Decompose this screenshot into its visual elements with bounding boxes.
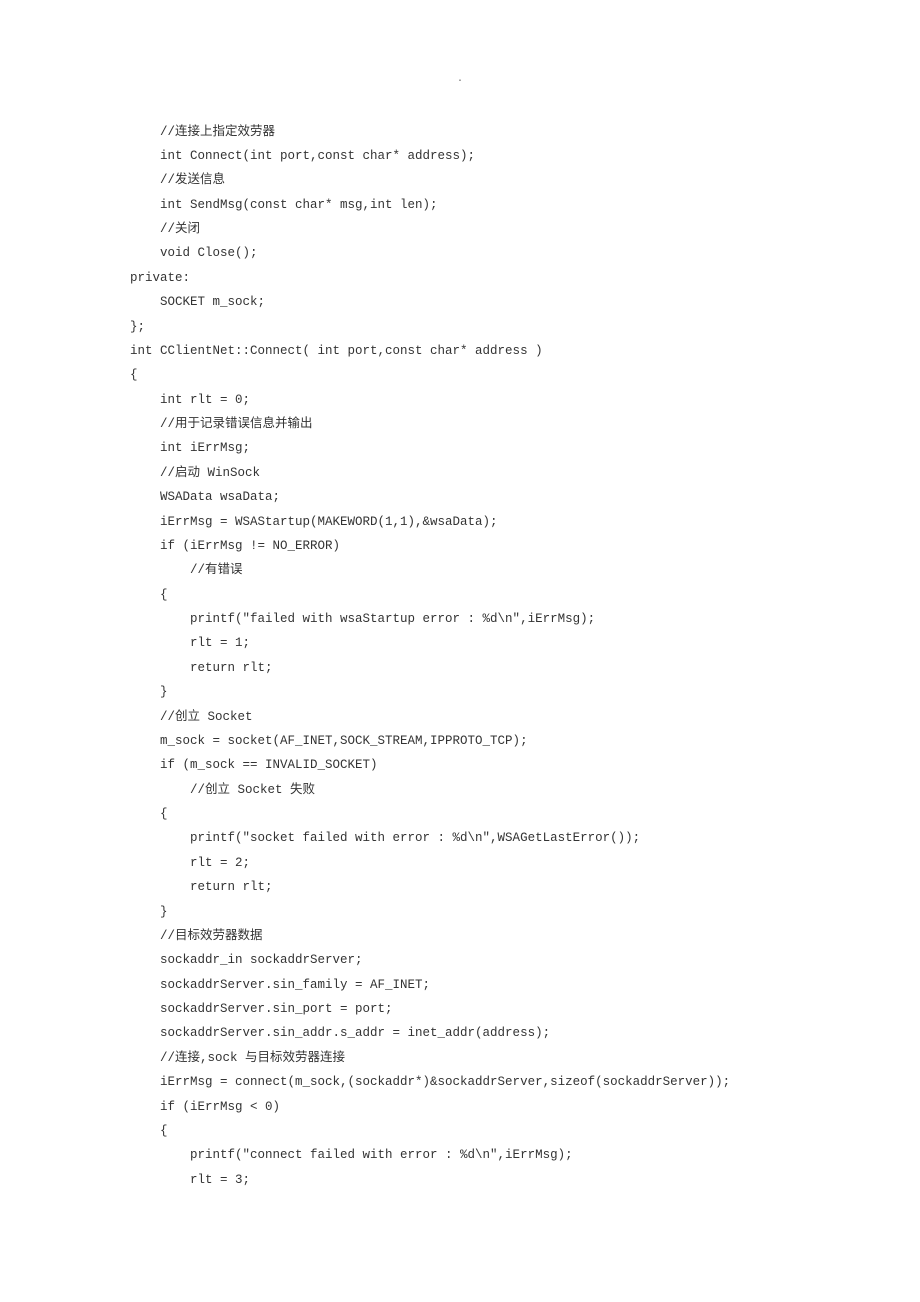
code-line: //有错误 <box>130 558 920 582</box>
code-block: //连接上指定效劳器 int Connect(int port,const ch… <box>0 120 920 1193</box>
code-line: //目标效劳器数据 <box>130 924 920 948</box>
code-line: sockaddrServer.sin_family = AF_INET; <box>130 973 920 997</box>
code-line: //启动 WinSock <box>130 461 920 485</box>
code-line: int CClientNet::Connect( int port,const … <box>130 339 920 363</box>
code-line: iErrMsg = WSAStartup(MAKEWORD(1,1),&wsaD… <box>130 510 920 534</box>
code-line: void Close(); <box>130 241 920 265</box>
code-line: printf("failed with wsaStartup error : %… <box>130 607 920 631</box>
code-line: } <box>130 680 920 704</box>
code-line: return rlt; <box>130 656 920 680</box>
code-line: private: <box>130 266 920 290</box>
code-line: //连接上指定效劳器 <box>130 120 920 144</box>
code-line: //用于记录错误信息并输出 <box>130 412 920 436</box>
code-line: int iErrMsg; <box>130 436 920 460</box>
code-line: if (iErrMsg < 0) <box>130 1095 920 1119</box>
code-line: if (m_sock == INVALID_SOCKET) <box>130 753 920 777</box>
code-line: //连接,sock 与目标效劳器连接 <box>130 1046 920 1070</box>
code-line: sockaddrServer.sin_addr.s_addr = inet_ad… <box>130 1021 920 1045</box>
code-line: //关闭 <box>130 217 920 241</box>
code-line: return rlt; <box>130 875 920 899</box>
code-line: rlt = 3; <box>130 1168 920 1192</box>
code-line: { <box>130 1119 920 1143</box>
code-line: { <box>130 363 920 387</box>
code-line: m_sock = socket(AF_INET,SOCK_STREAM,IPPR… <box>130 729 920 753</box>
header-dot: . <box>0 70 920 90</box>
code-line: printf("connect failed with error : %d\n… <box>130 1143 920 1167</box>
code-line: rlt = 2; <box>130 851 920 875</box>
code-line: WSAData wsaData; <box>130 485 920 509</box>
code-line: { <box>130 802 920 826</box>
document-page: . //连接上指定效劳器 int Connect(int port,const … <box>0 0 920 1302</box>
code-line: if (iErrMsg != NO_ERROR) <box>130 534 920 558</box>
code-line: sockaddr_in sockaddrServer; <box>130 948 920 972</box>
code-line: printf("socket failed with error : %d\n"… <box>130 826 920 850</box>
code-line: int SendMsg(const char* msg,int len); <box>130 193 920 217</box>
code-line: iErrMsg = connect(m_sock,(sockaddr*)&soc… <box>130 1070 920 1094</box>
code-line: int rlt = 0; <box>130 388 920 412</box>
code-line: { <box>130 583 920 607</box>
code-line: SOCKET m_sock; <box>130 290 920 314</box>
code-line: int Connect(int port,const char* address… <box>130 144 920 168</box>
code-line: rlt = 1; <box>130 631 920 655</box>
code-line: //创立 Socket <box>130 705 920 729</box>
code-line: } <box>130 900 920 924</box>
code-line: sockaddrServer.sin_port = port; <box>130 997 920 1021</box>
code-line: }; <box>130 315 920 339</box>
code-line: //创立 Socket 失败 <box>130 778 920 802</box>
code-line: //发送信息 <box>130 168 920 192</box>
